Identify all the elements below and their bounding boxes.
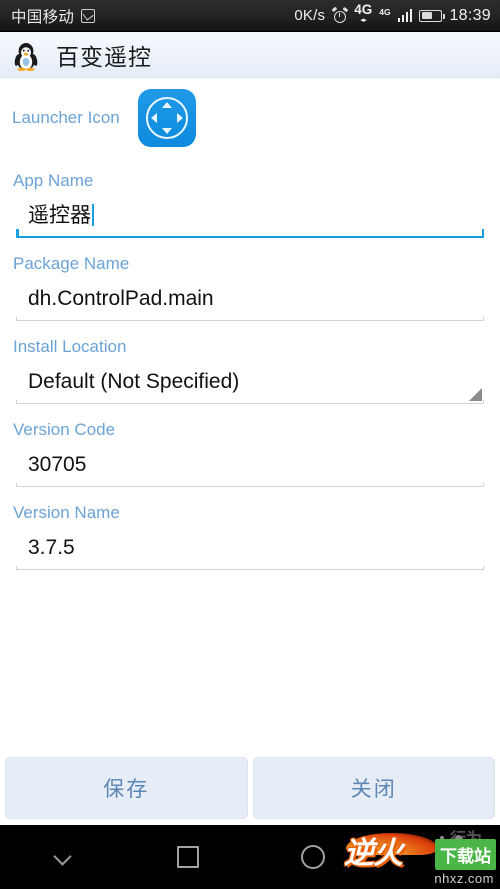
data-activity-arrows: ◂▸ xyxy=(360,16,367,24)
input-underline xyxy=(16,566,484,570)
dpad-left-arrow-icon xyxy=(150,113,157,123)
field-label-package-name: Package Name xyxy=(13,254,130,273)
field-version-code: Version Code 30705 xyxy=(0,420,500,487)
system-navigation-bar: 行为 逆火 下载站 nhxz.com xyxy=(0,825,500,889)
field-package-name: Package Name dh.ControlPad.main xyxy=(0,254,500,321)
dpad-right-arrow-icon xyxy=(176,113,183,123)
status-bar-left: 中国移动 xyxy=(11,5,96,27)
status-bar-right: 0K/s 4G ◂▸ 4G 18:39 xyxy=(294,3,491,26)
launcher-icon-row: Launcher Icon xyxy=(0,78,500,155)
field-install-location: Install Location Default (Not Specified) xyxy=(0,337,500,404)
nav-home-button[interactable] xyxy=(250,825,375,889)
dpad-down-arrow-icon xyxy=(161,128,172,134)
spinner-dropdown-icon[interactable] xyxy=(469,388,482,401)
save-button[interactable]: 保存 xyxy=(5,757,248,819)
signal-bars-icon xyxy=(397,9,413,22)
status-bar-clock: 18:39 xyxy=(449,6,491,24)
input-box-version-code[interactable]: 30705 xyxy=(12,447,488,487)
input-box-package-name[interactable]: dh.ControlPad.main xyxy=(12,281,488,321)
battery-icon xyxy=(419,9,445,22)
app-name-input-value: 遥控器 xyxy=(28,204,91,227)
dpad-up-arrow-icon xyxy=(161,102,172,108)
app-name-input-wrapper[interactable]: 遥控器 xyxy=(12,198,488,234)
network-type-primary-icon: 4G ◂▸ xyxy=(354,3,372,24)
dpad-launcher-icon[interactable] xyxy=(137,89,196,147)
page-title: 百变遥控 xyxy=(56,43,152,70)
network-type-secondary-label: 4G xyxy=(379,6,391,17)
field-label-version-code: Version Code xyxy=(13,420,116,439)
circle-icon xyxy=(300,845,325,869)
input-box-app-name[interactable]: 遥控器 xyxy=(12,198,488,238)
action-button-bar: 保存 关闭 xyxy=(0,757,500,825)
carrier-name: 中国移动 xyxy=(11,8,75,26)
install-location-spinner[interactable]: Default (Not Specified) xyxy=(12,364,488,404)
text-caret xyxy=(92,204,94,226)
network-speed: 0K/s xyxy=(294,7,326,24)
close-button[interactable]: 关闭 xyxy=(252,757,495,819)
status-bar: 中国移动 0K/s 4G ◂▸ 4G 18:39 xyxy=(0,0,500,32)
dpad-ring xyxy=(145,97,188,139)
form-content: Launcher Icon App Name 遥控器 Package Name xyxy=(0,78,500,825)
chevron-down-icon xyxy=(54,849,71,866)
input-underline xyxy=(16,317,484,321)
square-icon xyxy=(176,846,199,868)
tux-penguin-icon xyxy=(11,39,41,71)
field-label-version-name: Version Name xyxy=(13,503,120,522)
install-location-selected-value: Default (Not Specified) xyxy=(28,370,240,393)
input-underline-focused xyxy=(16,230,484,238)
input-box-version-name[interactable]: 3.7.5 xyxy=(12,530,488,570)
nav-back-button[interactable] xyxy=(0,825,125,889)
launcher-icon-label: Launcher Icon xyxy=(12,108,120,127)
input-underline xyxy=(16,483,484,487)
field-version-name: Version Name 3.7.5 xyxy=(0,503,500,570)
package-name-input-value[interactable]: dh.ControlPad.main xyxy=(12,281,488,317)
field-label-install-location: Install Location xyxy=(13,337,127,356)
app-title-bar: 百变遥控 xyxy=(0,32,500,78)
sim-card-icon xyxy=(81,8,96,23)
phone-screen: 中国移动 0K/s 4G ◂▸ 4G 18:39 百变遥控 Launcher I… xyxy=(0,0,500,889)
input-underline xyxy=(16,400,484,404)
field-label-app-name: App Name xyxy=(13,171,94,190)
nav-recents-button[interactable] xyxy=(125,825,250,889)
alarm-clock-icon xyxy=(331,6,348,23)
field-app-name: App Name 遥控器 xyxy=(0,171,500,238)
version-code-input-value[interactable]: 30705 xyxy=(12,447,488,483)
network-type-primary-label: 4G xyxy=(354,2,373,18)
version-name-input-value[interactable]: 3.7.5 xyxy=(12,530,488,566)
